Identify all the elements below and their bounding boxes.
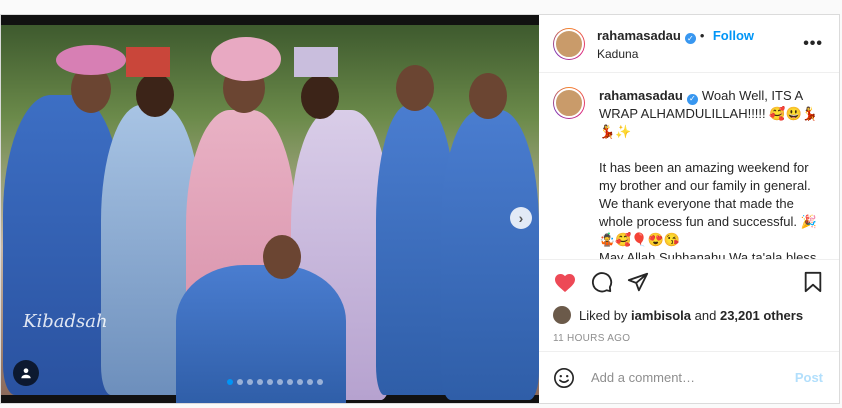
chevron-right-icon: › bbox=[518, 210, 524, 226]
carousel-dot bbox=[297, 379, 303, 385]
carousel-dot bbox=[267, 379, 273, 385]
emoji-icon[interactable] bbox=[553, 367, 575, 389]
avatar[interactable] bbox=[553, 27, 585, 60]
user-tag-icon bbox=[21, 368, 31, 379]
photographer-watermark: Kibadsah bbox=[23, 311, 108, 332]
carousel-dot bbox=[277, 379, 283, 385]
verified-icon: ✓ bbox=[684, 32, 696, 44]
carousel-dot bbox=[257, 379, 263, 385]
save-button[interactable] bbox=[803, 271, 823, 293]
comment-button[interactable] bbox=[591, 271, 613, 293]
carousel-dot bbox=[227, 379, 233, 385]
instagram-post: Kibadsah › rahamasadau ✓ • Follow Kaduna •… bbox=[0, 14, 840, 404]
post-comment-button[interactable]: Post bbox=[795, 370, 823, 385]
liker-avatar[interactable] bbox=[553, 306, 571, 324]
location-link[interactable]: Kaduna bbox=[597, 47, 754, 61]
carousel-dot bbox=[237, 379, 243, 385]
more-icon: ••• bbox=[803, 34, 823, 52]
heart-icon bbox=[555, 273, 575, 292]
action-bar bbox=[539, 259, 839, 303]
person-6 bbox=[441, 110, 539, 400]
carousel-dot bbox=[317, 379, 323, 385]
bookmark-icon bbox=[804, 271, 822, 292]
share-button[interactable] bbox=[627, 271, 649, 293]
liker-username[interactable]: iambisola bbox=[631, 308, 691, 323]
caption-line-3: 🤹🥰🎈😍😘 bbox=[599, 232, 680, 247]
follow-button[interactable]: Follow bbox=[713, 28, 754, 43]
carousel-dot bbox=[287, 379, 293, 385]
verified-icon: ✓ bbox=[686, 93, 698, 105]
caption-line-4: May Allah Subhanahu Wa ta'ala bless thei… bbox=[599, 250, 817, 259]
comment-input[interactable] bbox=[589, 369, 795, 386]
likes-summary: Liked by iambisola and 23,201 others bbox=[539, 303, 839, 327]
comment-icon bbox=[592, 271, 613, 292]
carousel-dot bbox=[247, 379, 253, 385]
caption-text: rahamasadau ✓ Woah Well, ITS A WRAP ALHAMD… bbox=[599, 87, 823, 259]
share-icon bbox=[627, 272, 649, 291]
likes-count-link[interactable]: 23,201 others bbox=[720, 308, 803, 323]
like-button[interactable] bbox=[553, 271, 577, 293]
post-sidebar: rahamasadau ✓ • Follow Kaduna ••• rahamasa… bbox=[539, 15, 839, 403]
header-username[interactable]: rahamasadau bbox=[597, 28, 681, 43]
post-photo bbox=[1, 25, 539, 403]
user-tag-button[interactable] bbox=[13, 360, 39, 386]
carousel-next-button[interactable]: › bbox=[510, 207, 532, 229]
more-options-button[interactable]: ••• bbox=[803, 35, 823, 53]
caption-username[interactable]: rahamasadau bbox=[599, 88, 683, 103]
caption-line-2: It has been an amazing weekend for my br… bbox=[599, 160, 817, 229]
post-media[interactable]: Kibadsah › bbox=[1, 15, 539, 403]
carousel-dot bbox=[307, 379, 313, 385]
post-timestamp[interactable]: 11 HOURS AGO bbox=[539, 327, 839, 351]
caption-avatar[interactable] bbox=[553, 87, 585, 119]
post-header: rahamasadau ✓ • Follow Kaduna ••• bbox=[539, 15, 839, 73]
caption-area: rahamasadau ✓ Woah Well, ITS A WRAP ALHAMD… bbox=[539, 73, 839, 259]
carousel-indicators bbox=[227, 379, 323, 385]
add-comment-bar: Post bbox=[539, 351, 839, 403]
